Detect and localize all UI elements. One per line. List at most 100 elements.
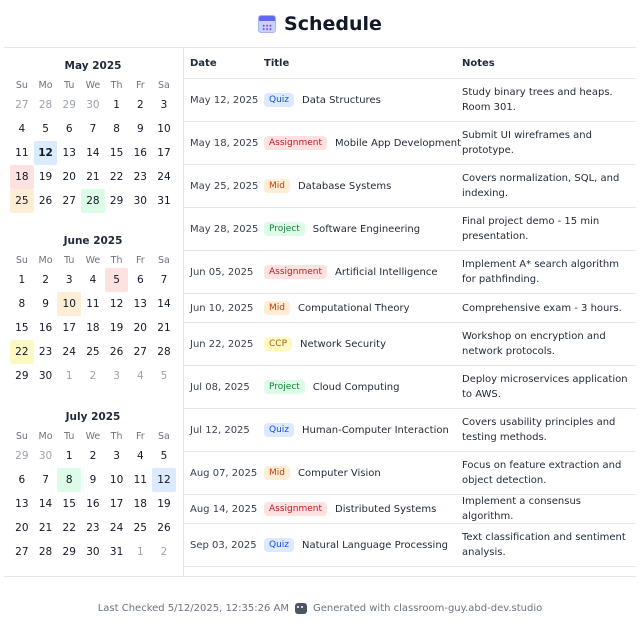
calendar-day[interactable]: 19 bbox=[34, 165, 58, 189]
calendar-day[interactable]: 19 bbox=[152, 492, 176, 516]
calendar-day[interactable]: 11 bbox=[128, 468, 152, 492]
calendar-day[interactable]: 21 bbox=[81, 165, 105, 189]
calendar-day[interactable]: 4 bbox=[128, 444, 152, 468]
calendar-day[interactable]: 29 bbox=[57, 93, 81, 117]
calendar-day-event[interactable]: 28 bbox=[81, 189, 105, 213]
calendar-day[interactable]: 14 bbox=[152, 292, 176, 316]
calendar-day[interactable]: 6 bbox=[10, 468, 34, 492]
calendar-day[interactable]: 21 bbox=[152, 316, 176, 340]
calendar-day[interactable]: 26 bbox=[34, 189, 58, 213]
calendar-day[interactable]: 16 bbox=[128, 141, 152, 165]
calendar-day[interactable]: 17 bbox=[105, 492, 129, 516]
calendar-day[interactable]: 22 bbox=[57, 516, 81, 540]
calendar-day[interactable]: 25 bbox=[128, 516, 152, 540]
table-row[interactable]: May 18, 2025 Assignment Mobile App Develop… bbox=[184, 122, 636, 165]
calendar-day[interactable]: 3 bbox=[57, 268, 81, 292]
calendar-day[interactable]: 5 bbox=[152, 364, 176, 388]
calendar-day[interactable]: 29 bbox=[10, 444, 34, 468]
calendar-day-event[interactable]: 22 bbox=[10, 340, 34, 364]
table-row[interactable]: Aug 14, 2025 Assignment Distributed System… bbox=[184, 495, 636, 524]
calendar-day[interactable]: 31 bbox=[152, 189, 176, 213]
calendar-day[interactable]: 29 bbox=[10, 364, 34, 388]
calendar-day[interactable]: 6 bbox=[128, 268, 152, 292]
calendar-day-event[interactable]: 18 bbox=[10, 165, 34, 189]
calendar-day[interactable]: 18 bbox=[128, 492, 152, 516]
calendar-day[interactable]: 23 bbox=[34, 340, 58, 364]
calendar-day-event[interactable]: 10 bbox=[57, 292, 82, 316]
calendar-day[interactable]: 30 bbox=[128, 189, 152, 213]
calendar-day-event[interactable]: 25 bbox=[10, 189, 34, 213]
calendar-day[interactable]: 19 bbox=[105, 316, 129, 340]
table-row[interactable]: May 28, 2025 Project Software Engineering F… bbox=[184, 208, 636, 251]
calendar-day[interactable]: 18 bbox=[81, 316, 105, 340]
calendar-day[interactable]: 28 bbox=[34, 540, 58, 564]
calendar-day[interactable]: 24 bbox=[152, 165, 176, 189]
calendar-day[interactable]: 14 bbox=[34, 492, 58, 516]
calendar-day[interactable]: 6 bbox=[57, 117, 81, 141]
calendar-day[interactable]: 10 bbox=[105, 468, 129, 492]
calendar-day[interactable]: 13 bbox=[10, 492, 34, 516]
calendar-day[interactable]: 24 bbox=[105, 516, 129, 540]
calendar-day[interactable]: 2 bbox=[128, 93, 152, 117]
calendar-day[interactable]: 13 bbox=[128, 292, 152, 316]
calendar-day[interactable]: 2 bbox=[152, 540, 176, 564]
calendar-day[interactable]: 27 bbox=[10, 93, 34, 117]
calendar-day[interactable]: 17 bbox=[57, 316, 81, 340]
calendar-day[interactable]: 20 bbox=[128, 316, 152, 340]
calendar-day[interactable]: 26 bbox=[105, 340, 129, 364]
calendar-day[interactable]: 21 bbox=[34, 516, 58, 540]
calendar-day[interactable]: 22 bbox=[105, 165, 129, 189]
calendar-day[interactable]: 13 bbox=[57, 141, 81, 165]
calendar-day[interactable]: 30 bbox=[81, 540, 105, 564]
calendar-day[interactable]: 23 bbox=[81, 516, 105, 540]
calendar-day[interactable]: 1 bbox=[57, 364, 81, 388]
calendar-day[interactable]: 9 bbox=[128, 117, 152, 141]
calendar-day[interactable]: 11 bbox=[81, 292, 105, 316]
calendar-day[interactable]: 30 bbox=[34, 364, 58, 388]
calendar-day[interactable]: 8 bbox=[105, 117, 129, 141]
calendar-day[interactable]: 28 bbox=[34, 93, 58, 117]
calendar-day[interactable]: 12 bbox=[105, 292, 129, 316]
calendar-day[interactable]: 4 bbox=[81, 268, 105, 292]
calendar-day-event[interactable]: 8 bbox=[57, 468, 82, 492]
calendar-day-event[interactable]: 5 bbox=[104, 268, 129, 292]
calendar-day[interactable]: 1 bbox=[105, 93, 129, 117]
calendar-day[interactable]: 2 bbox=[81, 444, 105, 468]
calendar-day[interactable]: 1 bbox=[57, 444, 81, 468]
calendar-day[interactable]: 17 bbox=[152, 141, 176, 165]
calendar-day[interactable]: 27 bbox=[128, 340, 152, 364]
calendar-day[interactable]: 15 bbox=[105, 141, 129, 165]
calendar-day[interactable]: 5 bbox=[34, 117, 58, 141]
table-row[interactable]: Sep 03, 2025 Quiz Natural Language Process… bbox=[184, 524, 636, 567]
calendar-day[interactable]: 30 bbox=[81, 93, 105, 117]
calendar-day[interactable]: 15 bbox=[57, 492, 81, 516]
calendar-day[interactable]: 26 bbox=[152, 516, 176, 540]
calendar-day[interactable]: 27 bbox=[10, 540, 34, 564]
calendar-day[interactable]: 3 bbox=[152, 93, 176, 117]
calendar-day[interactable]: 4 bbox=[10, 117, 34, 141]
calendar-day-event[interactable]: 12 bbox=[152, 468, 176, 492]
calendar-day[interactable]: 9 bbox=[81, 468, 105, 492]
table-row[interactable]: Jun 10, 2025 Mid Computational Theory Compr… bbox=[184, 294, 636, 323]
calendar-day[interactable]: 1 bbox=[128, 540, 152, 564]
calendar-day[interactable]: 11 bbox=[10, 141, 34, 165]
table-row[interactable]: May 25, 2025 Mid Database Systems Covers no… bbox=[184, 165, 636, 208]
calendar-day[interactable]: 9 bbox=[34, 292, 58, 316]
calendar-day[interactable]: 31 bbox=[105, 540, 129, 564]
calendar-day[interactable]: 8 bbox=[10, 292, 34, 316]
table-row[interactable]: Aug 07, 2025 Mid Computer Vision Focus on f… bbox=[184, 452, 636, 495]
calendar-day[interactable]: 7 bbox=[152, 268, 176, 292]
calendar-day[interactable]: 10 bbox=[152, 117, 176, 141]
calendar-day[interactable]: 7 bbox=[34, 468, 58, 492]
calendar-day[interactable]: 3 bbox=[105, 364, 129, 388]
calendar-day[interactable]: 28 bbox=[152, 340, 176, 364]
calendar-day[interactable]: 16 bbox=[34, 316, 58, 340]
calendar-day[interactable]: 20 bbox=[57, 165, 81, 189]
calendar-day[interactable]: 2 bbox=[34, 268, 58, 292]
table-row[interactable]: Jul 08, 2025 Project Cloud Computing Deploy… bbox=[184, 366, 636, 409]
calendar-day[interactable]: 27 bbox=[57, 189, 81, 213]
calendar-day[interactable]: 2 bbox=[81, 364, 105, 388]
calendar-day[interactable]: 30 bbox=[34, 444, 58, 468]
calendar-day[interactable]: 23 bbox=[128, 165, 152, 189]
table-row[interactable]: Jun 22, 2025 CCP Network Security Workshop … bbox=[184, 323, 636, 366]
